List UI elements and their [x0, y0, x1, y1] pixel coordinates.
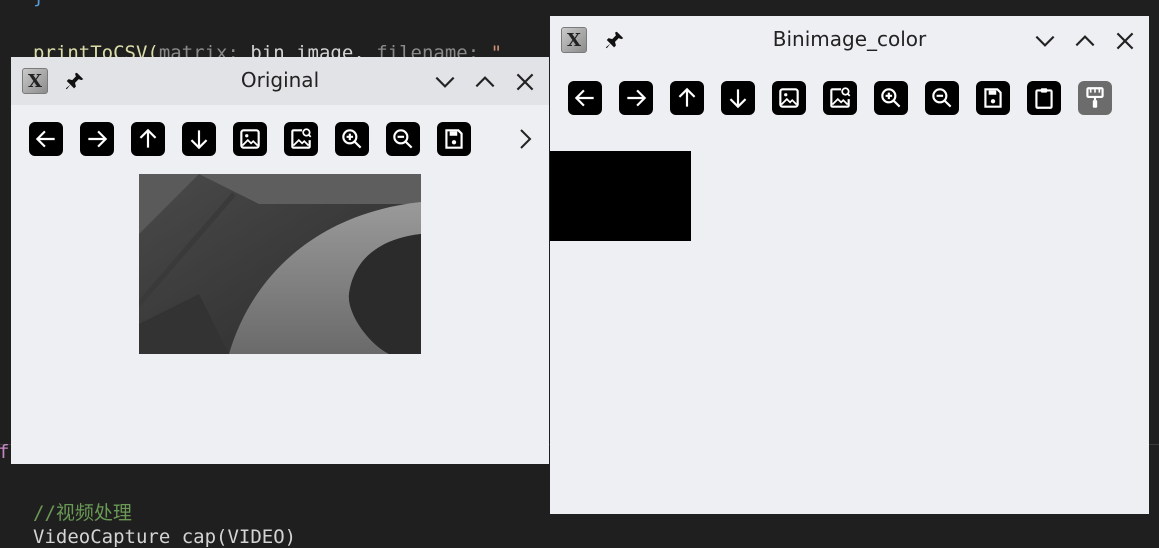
zoom-in-icon — [881, 88, 901, 108]
forward-button[interactable] — [80, 122, 114, 156]
original-camera-image — [139, 174, 421, 354]
zoom-out-icon — [932, 88, 952, 108]
zoom-out-button[interactable] — [386, 122, 420, 156]
zoom-out-button[interactable] — [925, 81, 959, 115]
pin-icon[interactable] — [64, 70, 86, 92]
binary-image — [550, 151, 691, 241]
titlebar-original[interactable]: X Original — [11, 57, 549, 105]
maximize-chevron-up-icon[interactable] — [472, 69, 498, 95]
paint-roller-icon — [1086, 87, 1104, 108]
arrow-left-icon — [574, 89, 594, 107]
image-button[interactable] — [772, 81, 806, 115]
zoom-out-icon — [393, 129, 413, 149]
code-comment: //视频处理 — [33, 502, 132, 524]
window-title: Binimage_color — [772, 27, 927, 51]
zoom-in-button[interactable] — [335, 122, 369, 156]
arrow-down-icon — [729, 89, 747, 109]
closing-brace: } — [33, 0, 44, 8]
pin-icon[interactable] — [604, 29, 626, 51]
image-icon — [240, 129, 260, 149]
chevron-right-icon[interactable] — [514, 124, 536, 154]
arrow-up-icon — [139, 128, 157, 148]
image-search-icon — [830, 87, 851, 108]
zoom-in-icon — [342, 129, 362, 149]
arrow-up-icon — [678, 87, 696, 107]
arrow-right-icon — [627, 89, 647, 107]
arrow-down-icon — [190, 130, 208, 150]
code-line-video: VideoCapture cap(VIDEO) — [33, 526, 297, 548]
back-button[interactable] — [29, 122, 63, 156]
window-original: X Original — [11, 57, 549, 464]
arrow-left-icon — [35, 130, 55, 148]
clipboard-icon — [1035, 88, 1053, 109]
image-search-button[interactable] — [823, 81, 857, 115]
minimize-chevron-down-icon[interactable] — [432, 69, 458, 95]
close-icon[interactable] — [512, 69, 538, 95]
save-button[interactable] — [976, 81, 1010, 115]
maximize-chevron-up-icon[interactable] — [1072, 28, 1098, 54]
window-binimage-color: X Binimage_color — [550, 16, 1149, 514]
image-search-icon — [291, 128, 312, 149]
image-search-button[interactable] — [284, 122, 318, 156]
code-line-brace: } — [33, 0, 44, 8]
image-button[interactable] — [233, 122, 267, 156]
close-icon[interactable] — [1112, 28, 1138, 54]
minimize-chevron-down-icon[interactable] — [1032, 28, 1058, 54]
paint-roller-button[interactable] — [1078, 81, 1112, 115]
forward-button[interactable] — [619, 81, 653, 115]
zoom-in-button[interactable] — [874, 81, 908, 115]
down-button[interactable] — [182, 122, 216, 156]
up-button[interactable] — [131, 122, 165, 156]
code-fragment-f: f — [0, 441, 10, 463]
save-button[interactable] — [437, 122, 471, 156]
save-icon — [445, 129, 463, 149]
down-button[interactable] — [721, 81, 755, 115]
app-x-icon: X — [22, 68, 48, 94]
clipboard-button[interactable] — [1027, 81, 1061, 115]
image-icon — [779, 88, 799, 108]
up-button[interactable] — [670, 81, 704, 115]
titlebar-binimage[interactable]: X Binimage_color — [550, 16, 1149, 64]
back-button[interactable] — [568, 81, 602, 115]
app-x-icon: X — [561, 27, 587, 53]
arrow-right-icon — [88, 130, 108, 148]
window-title: Original — [240, 68, 320, 92]
save-icon — [984, 88, 1002, 108]
